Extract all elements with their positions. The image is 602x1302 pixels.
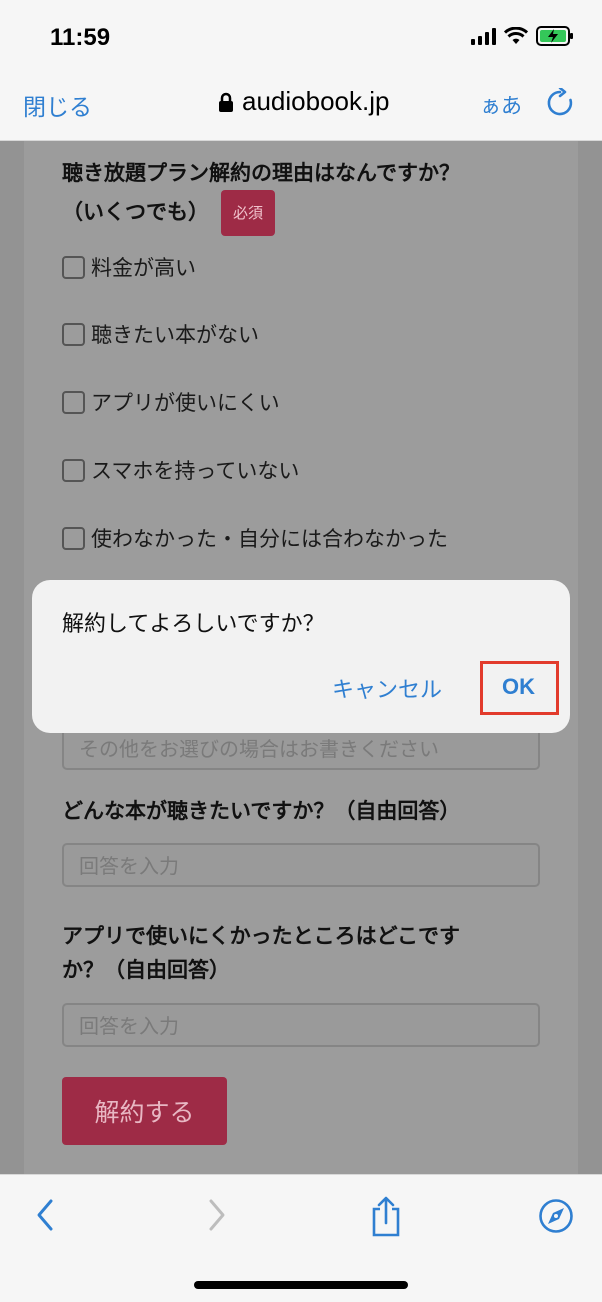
checkbox[interactable] xyxy=(62,390,85,414)
confirm-dialog: 解約してよろしいですか？ キャンセル OK xyxy=(32,580,570,733)
dialog-message: 解約してよろしいですか？ xyxy=(62,612,325,637)
option-not-used[interactable]: 使わなかった・自分には合わなかった xyxy=(62,523,448,553)
option-no-smartphone[interactable]: スマホを持っていない xyxy=(62,455,299,485)
question-reason-subtext: （いくつでも） 必須 xyxy=(62,190,460,236)
browser-header: 閉じる audiobook.jp ぁあ xyxy=(0,76,602,141)
checkbox[interactable] xyxy=(62,458,85,482)
status-icons xyxy=(471,26,574,46)
submit-cancel-button[interactable]: 解約する xyxy=(62,1077,227,1145)
close-button[interactable]: 閉じる xyxy=(23,88,92,122)
battery-charging-icon xyxy=(536,26,573,46)
address-bar[interactable]: audiobook.jp xyxy=(218,86,389,117)
option-no-books[interactable]: 聴きたい本がない xyxy=(62,319,259,349)
option-price-high[interactable]: 料金が高い xyxy=(62,252,196,282)
browser-toolbar xyxy=(0,1174,602,1302)
cellular-signal-icon xyxy=(471,27,496,45)
option-label: アプリが使いにくい xyxy=(91,391,280,415)
checkbox[interactable] xyxy=(62,322,85,346)
option-label: 料金が高い xyxy=(91,256,196,280)
text-size-button[interactable]: ぁあ xyxy=(480,90,522,120)
status-bar: 11:59 xyxy=(0,0,602,76)
wifi-icon xyxy=(504,27,528,44)
question-app-issues-line2: か？（自由回答） xyxy=(62,958,230,982)
option-app-hard[interactable]: アプリが使いにくい xyxy=(62,387,280,417)
option-label: 聴きたい本がない xyxy=(91,323,259,347)
home-indicator xyxy=(194,1281,408,1289)
forward-icon[interactable] xyxy=(206,1197,228,1233)
status-time: 11:59 xyxy=(50,24,111,51)
question-books-wanted: どんな本が聴きたいですか？（自由回答） xyxy=(62,799,461,823)
question-reason: 聴き放題プラン解約の理由はなんですか？ （いくつでも） 必須 xyxy=(62,156,460,236)
share-icon[interactable] xyxy=(369,1195,403,1237)
question-reason-text: 聴き放題プラン解約の理由はなんですか？ xyxy=(62,161,460,185)
checkbox[interactable] xyxy=(62,255,85,279)
books-wanted-input[interactable]: 回答を入力 xyxy=(62,843,540,887)
app-issues-input[interactable]: 回答を入力 xyxy=(62,1003,540,1047)
option-label: 使わなかった・自分には合わなかった xyxy=(91,527,448,551)
question-app-issues-line1: アプリで使いにくかったところはどこです xyxy=(62,924,460,948)
checkbox[interactable] xyxy=(62,526,85,550)
required-badge: 必須 xyxy=(221,190,276,236)
compass-icon[interactable] xyxy=(538,1198,574,1234)
option-label: スマホを持っていない xyxy=(91,459,300,483)
dialog-ok-button[interactable]: OK xyxy=(502,674,535,700)
url-text: audiobook.jp xyxy=(242,86,390,116)
lock-icon xyxy=(219,92,233,112)
dialog-cancel-button[interactable]: キャンセル xyxy=(332,672,442,704)
reload-icon[interactable] xyxy=(546,88,574,118)
back-icon[interactable] xyxy=(34,1197,56,1233)
question-app-issues: アプリで使いにくかったところはどこです か？（自由回答） xyxy=(62,919,460,987)
